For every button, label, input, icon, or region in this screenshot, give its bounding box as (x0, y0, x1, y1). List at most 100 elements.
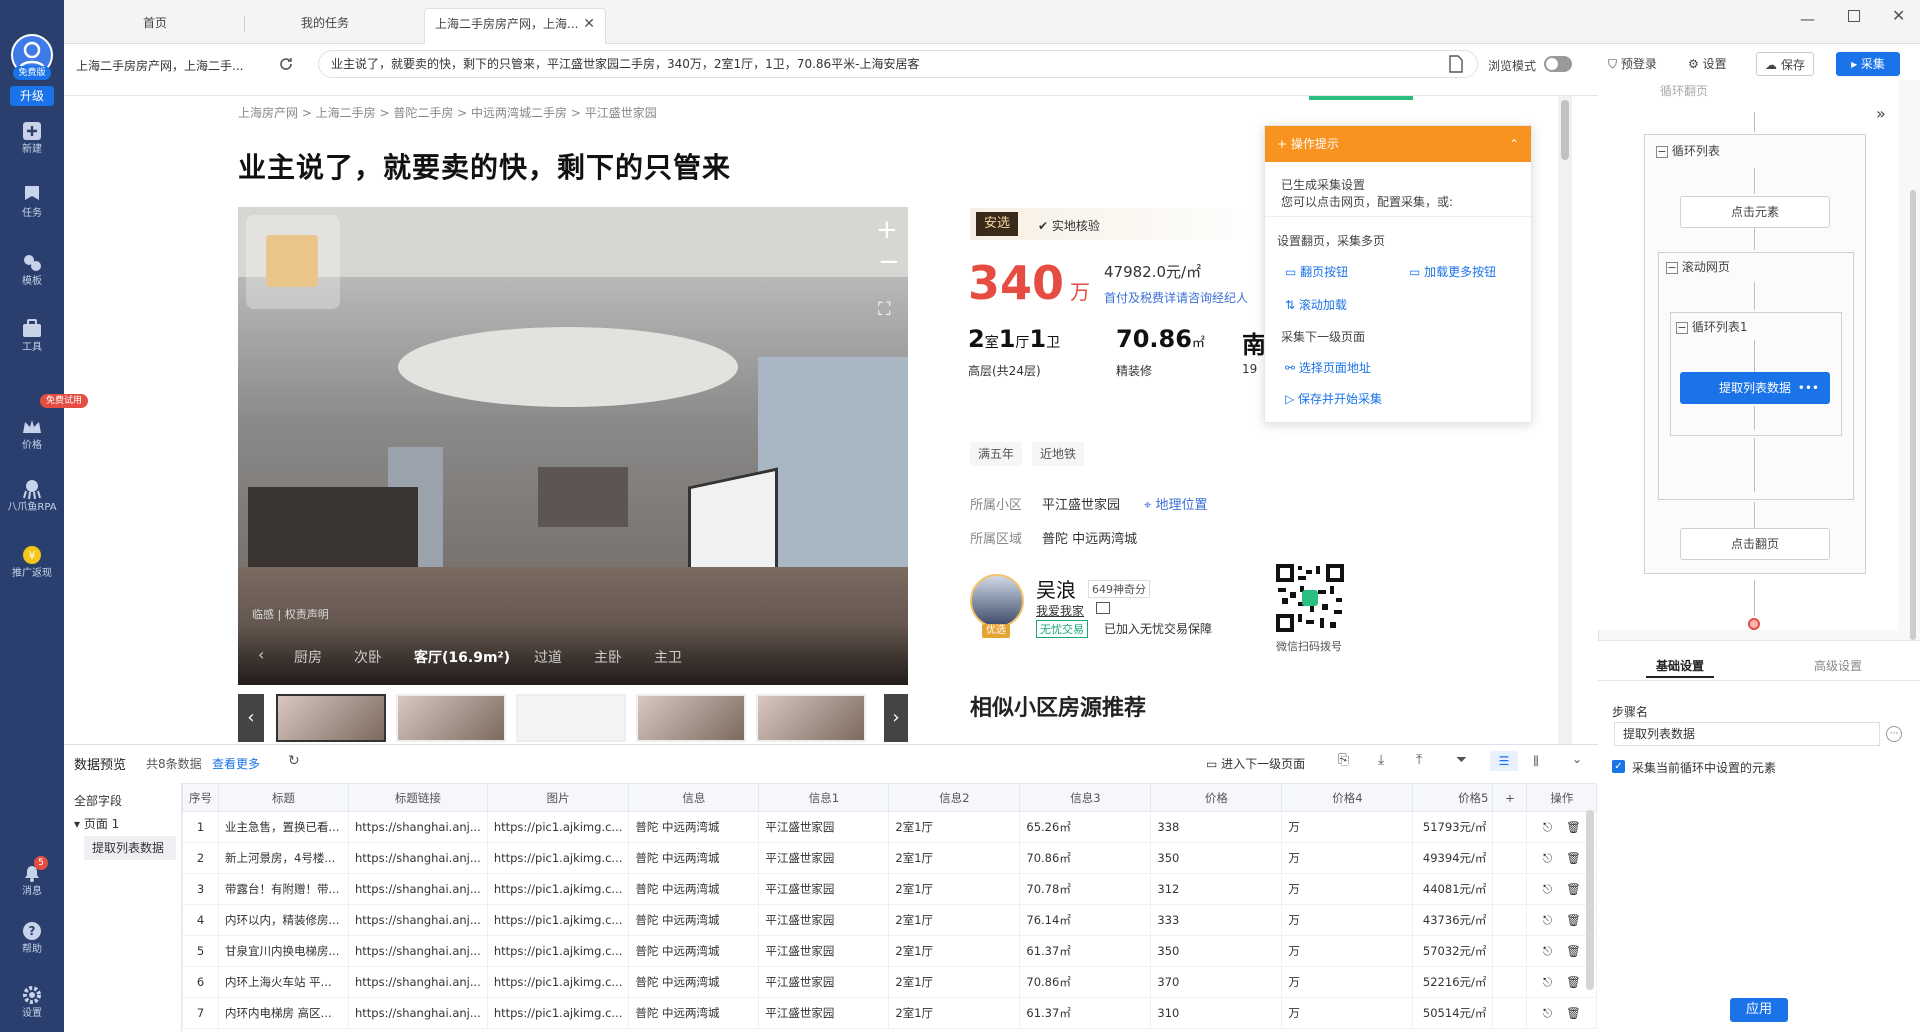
table-cell[interactable]: https://shanghai.anj... (348, 997, 488, 1029)
column-header[interactable]: 标题链接 (348, 783, 488, 812)
column-header[interactable]: 信息1 (758, 783, 890, 812)
delete-icon[interactable]: 🗑 (1566, 851, 1581, 865)
collect-loop-checkbox[interactable]: ✓ (1612, 760, 1625, 773)
table-cell[interactable]: 333 (1150, 904, 1283, 936)
table-cell[interactable]: https://shanghai.anj... (348, 935, 488, 967)
open-link-icon[interactable]: ⎋ (1543, 882, 1552, 896)
click-element-node[interactable]: 点击元素 (1680, 196, 1830, 228)
table-cell[interactable]: 普陀 中远两湾城 (628, 997, 760, 1029)
table-cell[interactable]: https://shanghai.anj... (348, 811, 488, 843)
delete-icon[interactable]: 🗑 (1566, 944, 1581, 958)
table-cell[interactable]: 70.86㎡ (1019, 966, 1152, 998)
table-cell[interactable]: 平江盛世家园 (758, 997, 890, 1029)
more-options-icon[interactable]: ··· (1886, 726, 1902, 742)
table-cell[interactable]: 3 (182, 873, 219, 905)
table-cell[interactable]: 2室1厅 (888, 904, 1021, 936)
delete-icon[interactable]: 🗑 (1566, 1006, 1581, 1020)
table-cell[interactable]: 2室1厅 (888, 811, 1021, 843)
table-row[interactable]: 1 业主急售，置换已看... https://shanghai.anj... http… (182, 811, 1598, 843)
window-close-icon[interactable]: ✕ (1892, 6, 1905, 25)
thumb-prev-button[interactable]: ‹ (238, 694, 264, 742)
delete-icon[interactable]: 🗑 (1566, 913, 1581, 927)
pay-tip-link[interactable]: 首付及税费详请咨询经纪人 (1104, 289, 1248, 306)
tab-basic-settings[interactable]: 基础设置 (1656, 657, 1704, 674)
open-link-icon[interactable]: ⎋ (1543, 975, 1552, 989)
collapse-icon[interactable]: − (1676, 322, 1688, 334)
table-cell[interactable]: 普陀 中远两湾城 (628, 935, 760, 967)
collapse-icon[interactable]: − (1666, 262, 1678, 274)
download-icon[interactable]: ⤓ (1378, 752, 1384, 768)
column-header[interactable]: 价格5 (1412, 783, 1494, 812)
more-options-icon[interactable]: ••• (1798, 373, 1819, 403)
tree-page-node[interactable]: ▾ 页面 1 (74, 815, 119, 832)
url-input[interactable]: 业主说了，就要卖的快，剩下的只管来，平江盛世家园二手房，340万，2室1厅，1卫… (318, 50, 1478, 78)
table-cell[interactable]: 49394元/㎡ (1412, 842, 1494, 874)
table-cell[interactable]: 甘泉宜川内换电梯房... (218, 935, 349, 967)
table-cell[interactable]: 万 (1281, 935, 1414, 967)
table-cell[interactable]: 普陀 中远两湾城 (628, 873, 760, 905)
thumbnail[interactable] (756, 694, 866, 742)
table-cell[interactable]: 370 (1150, 966, 1283, 998)
open-link-icon[interactable]: ⎋ (1543, 820, 1552, 834)
geo-link[interactable]: ⌖ 地理位置 (1144, 494, 1207, 513)
restore-icon[interactable] (1848, 10, 1860, 22)
apply-button[interactable]: 应用 (1730, 998, 1788, 1022)
table-cell[interactable]: 44081元/㎡ (1412, 873, 1494, 905)
delete-icon[interactable]: 🗑 (1566, 975, 1581, 989)
table-cell[interactable]: 内环内电梯房 高区... (218, 997, 349, 1029)
add-column-button[interactable]: + (1492, 783, 1528, 812)
page-button-link[interactable]: ▭ 翻页按钮 (1285, 263, 1348, 280)
chevron-up-icon[interactable]: ⌃ (1509, 126, 1519, 162)
table-cell[interactable]: 新上河景房，4号楼... (218, 842, 349, 874)
table-cell[interactable]: 7 (182, 997, 219, 1029)
room-tab[interactable]: 厨房 (294, 647, 322, 667)
table-row[interactable]: 3 带露台！有附赠！带... https://shanghai.anj... http… (182, 873, 1598, 905)
sidebar-item-tools[interactable]: 工具 (0, 312, 64, 372)
table-cell[interactable]: 51793元/㎡ (1412, 811, 1494, 843)
select-url-link[interactable]: ⚯ 选择页面地址 (1285, 359, 1371, 376)
chevron-left-icon[interactable]: ‹ (258, 645, 264, 664)
delete-icon[interactable]: 🗑 (1566, 820, 1581, 834)
table-cell[interactable]: 万 (1281, 997, 1414, 1029)
tree-extract-node[interactable]: 提取列表数据 (84, 836, 176, 860)
layout-value[interactable]: 2室1厅1卫 (968, 325, 1060, 353)
column-header[interactable]: 标题 (218, 783, 349, 812)
upgrade-button[interactable]: 升级 (10, 86, 54, 106)
table-cell[interactable]: 平江盛世家园 (758, 966, 890, 998)
table-cell[interactable]: 43736元/㎡ (1412, 904, 1494, 936)
thumbnail[interactable] (396, 694, 506, 742)
open-link-icon[interactable]: ⎋ (1543, 913, 1552, 927)
sidebar-item-tasks[interactable]: 任务 (0, 178, 64, 238)
sidebar-item-referral[interactable]: ¥ 推广返现 (0, 538, 64, 598)
workflow-scrollbar[interactable] (1910, 190, 1916, 640)
table-cell[interactable]: 万 (1281, 966, 1414, 998)
table-cell[interactable]: 万 (1281, 842, 1414, 874)
table-cell[interactable]: 平江盛世家园 (758, 842, 890, 874)
export-icon[interactable]: ⎘ (1338, 752, 1349, 768)
area-value[interactable]: 70.86㎡ (1116, 325, 1205, 353)
popover-header[interactable]: + 操作提示 ⌃ (1265, 126, 1531, 162)
table-cell[interactable]: 57032元/㎡ (1412, 935, 1494, 967)
table-cell[interactable]: 70.78㎡ (1019, 873, 1152, 905)
table-cell[interactable]: https://pic1.ajkimg.c... (486, 997, 630, 1029)
table-cell[interactable]: 2室1厅 (888, 997, 1021, 1029)
fullscreen-icon[interactable]: ⛶ (878, 299, 891, 320)
operation-tips-popover[interactable]: + 操作提示 ⌃ 已生成采集设置 您可以点击网页，配置采集，或: 设置翻页，采集多… (1264, 125, 1532, 423)
column-header[interactable]: 价格4 (1281, 783, 1414, 812)
table-cell[interactable]: https://shanghai.anj... (348, 873, 488, 905)
column-header[interactable]: 图片 (486, 783, 630, 812)
expand-panel-icon[interactable]: » (1876, 104, 1886, 123)
page-scrollbar[interactable] (1558, 96, 1572, 744)
agent-name[interactable]: 吴浪 (1036, 574, 1076, 603)
room-tab[interactable]: 次卧 (354, 647, 382, 667)
sidebar-item-pricing[interactable]: 价格 (0, 410, 64, 470)
thumb-next-button[interactable]: › (884, 694, 908, 742)
collapse-icon[interactable]: ⌄ (1572, 752, 1582, 766)
table-cell[interactable]: 平江盛世家园 (758, 811, 890, 843)
table-cell[interactable]: 平江盛世家园 (758, 904, 890, 936)
table-cell[interactable]: 万 (1281, 873, 1414, 905)
breadcrumb[interactable]: 上海房产网 > 上海二手房 > 普陀二手房 > 中远两湾城二手房 > 平江盛世家… (238, 104, 657, 121)
table-row[interactable]: 6 内环上海火车站 平... https://shanghai.anj... http… (182, 966, 1598, 998)
table-cell[interactable]: 1 (182, 811, 219, 843)
table-cell[interactable]: https://pic1.ajkimg.c... (486, 811, 630, 843)
